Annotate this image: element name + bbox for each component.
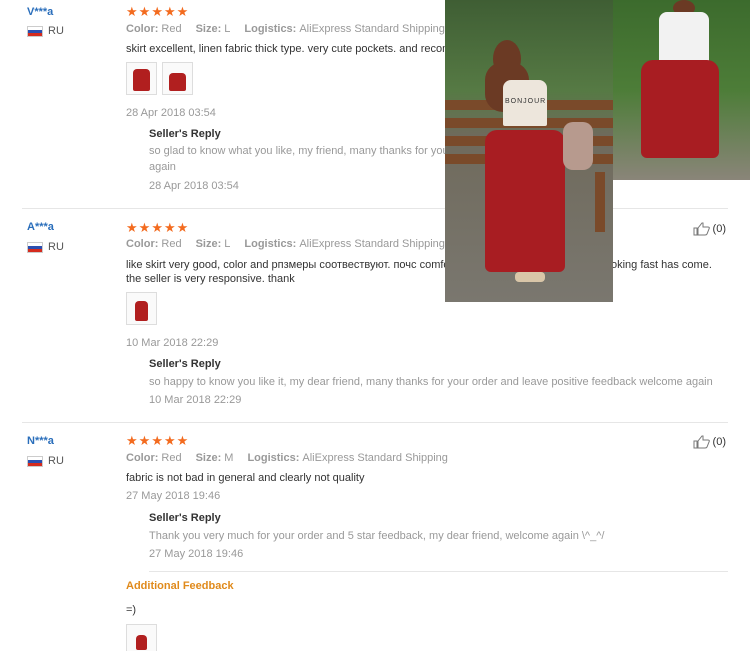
review-photo-thumbnail[interactable] — [162, 62, 193, 95]
reply-divider — [149, 571, 728, 572]
russia-flag-icon — [27, 241, 43, 253]
star-rating: ★ ★ ★ ★ ★ — [126, 5, 188, 18]
seller-reply-date: 27 May 2018 19:46 — [149, 548, 244, 560]
thumbs-up-icon — [693, 435, 710, 449]
star-icon: ★ — [151, 433, 163, 448]
seller-reply-date: 10 Mar 2018 22:29 — [149, 394, 242, 406]
order-info: Color: Red Size: L Logistics: AliExpress Stan… — [126, 23, 445, 35]
expanded-review-photo-2[interactable] — [613, 0, 750, 180]
star-icon: ★ — [176, 220, 189, 235]
seller-reply-title: Seller's Reply — [149, 358, 221, 370]
reviewer-name[interactable]: V***a — [27, 6, 53, 18]
star-icon: ★ — [138, 433, 151, 448]
seller-reply: Seller's Reply so happy to know you like… — [149, 358, 713, 406]
order-info: Color: Red Size: L Logistics: AliExpress Stan… — [126, 238, 445, 250]
seller-reply-text: Thank you very much for your order and 5… — [149, 530, 605, 542]
star-icon: ★ — [138, 220, 151, 235]
tshirt-print-text: BONJOUR — [505, 98, 547, 105]
review-photos — [126, 292, 157, 325]
seller-reply-text: so glad to know what you like, my friend… — [149, 145, 449, 157]
helpful-button[interactable]: (0) — [693, 435, 726, 449]
russia-flag-icon — [27, 455, 43, 467]
review-photos — [126, 62, 193, 95]
seller-reply-text: so happy to know you like it, my dear fr… — [149, 376, 713, 388]
review-divider — [22, 422, 728, 423]
star-icon: ★ — [151, 4, 163, 19]
review-text: fabric is not bad in general and clearly… — [126, 472, 365, 484]
review-photo-thumbnail[interactable] — [126, 624, 157, 651]
seller-reply: Seller's Reply Thank you very much for y… — [149, 512, 604, 560]
star-rating: ★ ★ ★ ★ ★ — [126, 434, 188, 447]
review-text-end: oking fast has come. — [611, 259, 712, 271]
star-icon: ★ — [138, 4, 151, 19]
star-icon: ★ — [126, 4, 138, 19]
review-date: 10 Mar 2018 22:29 — [126, 337, 219, 349]
star-rating: ★ ★ ★ ★ ★ — [126, 221, 188, 234]
seller-reply-date: 28 Apr 2018 03:54 — [149, 180, 239, 192]
star-icon: ★ — [163, 433, 176, 448]
additional-photos — [126, 624, 157, 651]
star-icon: ★ — [163, 220, 176, 235]
reviewer-country: RU — [27, 25, 64, 37]
review-date: 27 May 2018 19:46 — [126, 490, 221, 502]
seller-reply: Seller's Reply so glad to know what you … — [149, 128, 449, 192]
seller-reply-text-cont: again — [149, 161, 176, 173]
order-info: Color: Red Size: M Logistics: AliExpress Stan… — [126, 452, 448, 464]
reviewer-country: RU — [27, 455, 64, 467]
review-date: 28 Apr 2018 03:54 — [126, 107, 216, 119]
review-text: skirt excellent, linen fabric thick type… — [126, 43, 461, 55]
reviewer-country: RU — [27, 241, 64, 253]
star-icon: ★ — [176, 4, 189, 19]
star-icon: ★ — [151, 220, 163, 235]
additional-feedback-text: =) — [126, 604, 137, 616]
helpful-button[interactable]: (0) — [693, 222, 726, 236]
expanded-review-photo[interactable]: BONJOUR — [445, 0, 613, 302]
seller-reply-title: Seller's Reply — [149, 128, 221, 140]
star-icon: ★ — [176, 433, 189, 448]
additional-feedback-title: Additional Feedback — [126, 580, 234, 592]
review-text-cont: the seller is very responsive. thank — [126, 273, 295, 285]
star-icon: ★ — [126, 220, 138, 235]
thumbs-up-icon — [693, 222, 710, 236]
review-divider — [22, 208, 728, 209]
star-icon: ★ — [163, 4, 176, 19]
russia-flag-icon — [27, 25, 43, 37]
reviewer-name[interactable]: N***a — [27, 435, 54, 447]
star-icon: ★ — [126, 433, 138, 448]
review-photo-thumbnail[interactable] — [126, 292, 157, 325]
review-text: like skirt very good, color and рпзмеры … — [126, 259, 450, 271]
reviewer-name[interactable]: A***a — [27, 221, 54, 233]
review-photo-thumbnail[interactable] — [126, 62, 157, 95]
seller-reply-title: Seller's Reply — [149, 512, 221, 524]
